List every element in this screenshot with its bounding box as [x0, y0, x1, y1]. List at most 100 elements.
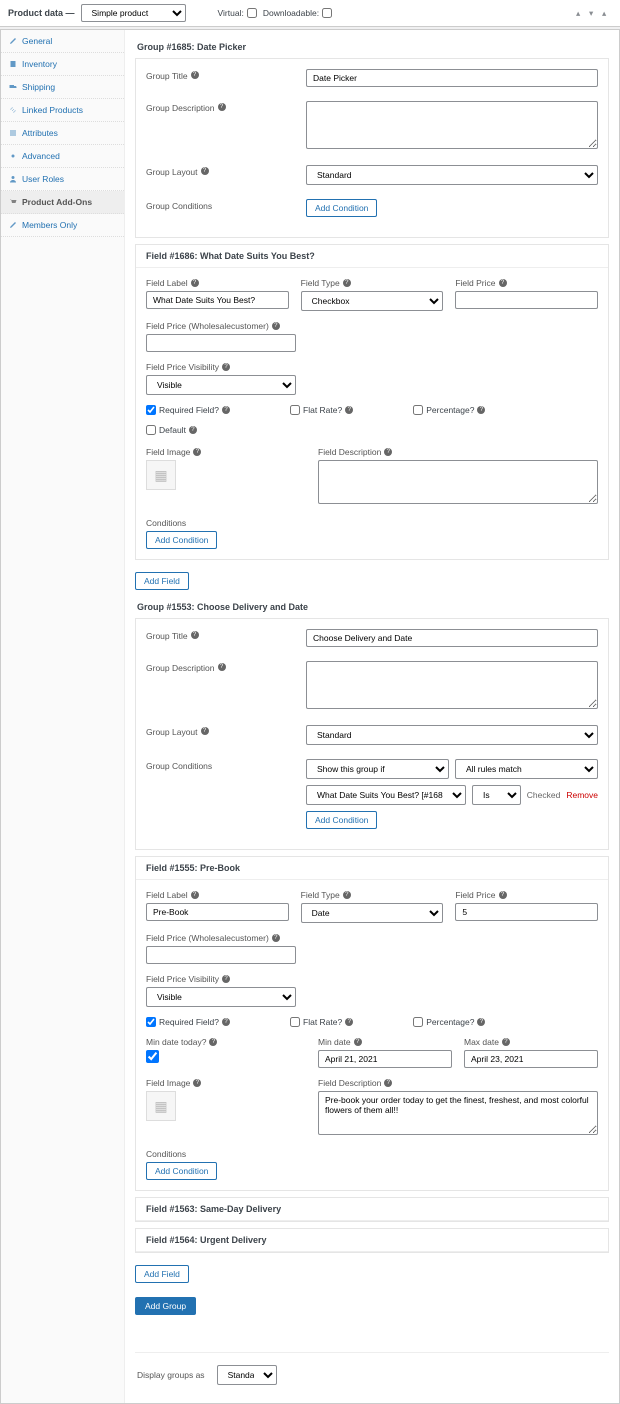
- wholesale-price-input[interactable]: [146, 946, 296, 964]
- tab-user-roles[interactable]: User Roles: [1, 168, 124, 191]
- field-price-input[interactable]: [455, 903, 598, 921]
- percentage-checkbox[interactable]: Percentage??: [413, 1017, 485, 1027]
- field-type-select[interactable]: Date: [301, 903, 444, 923]
- tab-general[interactable]: General: [1, 30, 124, 53]
- tab-linked[interactable]: Linked Products: [1, 99, 124, 122]
- help-icon[interactable]: ?: [499, 891, 507, 899]
- add-field-button[interactable]: Add Field: [135, 1265, 189, 1283]
- condition-field-select[interactable]: What Date Suits You Best? [#168: [306, 785, 466, 805]
- tab-members-only[interactable]: Members Only: [1, 214, 124, 237]
- help-icon[interactable]: ?: [191, 279, 199, 287]
- group-1553-header[interactable]: Group #1553: Choose Delivery and Date: [135, 596, 609, 618]
- product-data-header: Product data — Simple product Virtual: D…: [0, 0, 620, 27]
- field-1563-panel: Field #1563: Same-Day Delivery: [135, 1197, 609, 1222]
- add-condition-button[interactable]: Add Condition: [306, 199, 377, 217]
- group-desc-textarea[interactable]: [306, 101, 598, 149]
- condition-show-select[interactable]: Show this group if: [306, 759, 449, 779]
- help-icon: ?: [189, 426, 197, 434]
- add-field-button[interactable]: Add Field: [135, 572, 189, 590]
- help-icon[interactable]: ?: [384, 448, 392, 456]
- collapse-up-icon[interactable]: ▴: [576, 8, 586, 18]
- help-icon: ?: [345, 406, 353, 414]
- add-condition-button[interactable]: Add Condition: [306, 811, 377, 829]
- field-1563-header[interactable]: Field #1563: Same-Day Delivery: [136, 1198, 608, 1221]
- required-field-checkbox[interactable]: Required Field??: [146, 405, 230, 415]
- condition-op-select[interactable]: Is: [472, 785, 521, 805]
- group-desc-label: Group Description: [146, 103, 215, 113]
- field-type-select[interactable]: Checkbox: [301, 291, 444, 311]
- display-groups-select[interactable]: Standard: [217, 1365, 277, 1385]
- field-description-textarea[interactable]: [318, 1091, 598, 1135]
- clipboard-icon: [9, 60, 17, 68]
- field-description-textarea[interactable]: [318, 460, 598, 504]
- group-title-input[interactable]: [306, 69, 598, 87]
- field-1555-header[interactable]: Field #1555: Pre-Book: [136, 857, 608, 880]
- field-image-upload[interactable]: ▦: [146, 460, 176, 490]
- min-date-today-checkbox[interactable]: [146, 1050, 159, 1063]
- group-layout-label: Group Layout: [146, 167, 198, 177]
- product-type-select[interactable]: Simple product: [81, 4, 186, 22]
- help-icon[interactable]: ?: [343, 279, 351, 287]
- tab-product-addons[interactable]: Product Add-Ons: [1, 191, 124, 214]
- required-field-checkbox[interactable]: Required Field??: [146, 1017, 230, 1027]
- help-icon[interactable]: ?: [201, 167, 209, 175]
- virtual-toggle[interactable]: Virtual:: [218, 8, 257, 18]
- help-icon[interactable]: ?: [218, 103, 226, 111]
- help-icon[interactable]: ?: [222, 975, 230, 983]
- help-icon[interactable]: ?: [191, 71, 199, 79]
- help-icon[interactable]: ?: [191, 891, 199, 899]
- field-image-upload[interactable]: ▦: [146, 1091, 176, 1121]
- help-icon[interactable]: ?: [201, 727, 209, 735]
- help-icon[interactable]: ?: [222, 363, 230, 371]
- field-price-input[interactable]: [455, 291, 598, 309]
- max-date-input[interactable]: [464, 1050, 598, 1068]
- tab-inventory[interactable]: Inventory: [1, 53, 124, 76]
- percentage-checkbox[interactable]: Percentage??: [413, 405, 485, 415]
- help-icon[interactable]: ?: [343, 891, 351, 899]
- field-label-input[interactable]: [146, 903, 289, 921]
- help-icon[interactable]: ?: [499, 279, 507, 287]
- field-1686-header[interactable]: Field #1686: What Date Suits You Best?: [136, 245, 608, 268]
- tab-advanced[interactable]: Advanced: [1, 145, 124, 168]
- help-icon[interactable]: ?: [272, 322, 280, 330]
- add-condition-button[interactable]: Add Condition: [146, 1162, 217, 1180]
- help-icon[interactable]: ?: [191, 631, 199, 639]
- help-icon: ?: [345, 1018, 353, 1026]
- group-layout-select[interactable]: Standard: [306, 725, 598, 745]
- flat-rate-checkbox[interactable]: Flat Rate??: [290, 1017, 353, 1027]
- list-icon: [9, 129, 17, 137]
- add-condition-button[interactable]: Add Condition: [146, 531, 217, 549]
- user-icon: [9, 175, 17, 183]
- help-icon[interactable]: ?: [384, 1079, 392, 1087]
- remove-condition-link[interactable]: Remove: [566, 790, 598, 800]
- help-icon[interactable]: ?: [354, 1038, 362, 1046]
- field-label-input[interactable]: [146, 291, 289, 309]
- tab-shipping[interactable]: Shipping: [1, 76, 124, 99]
- help-icon[interactable]: ?: [272, 934, 280, 942]
- display-groups-label: Display groups as: [137, 1370, 205, 1380]
- help-icon[interactable]: ?: [502, 1038, 510, 1046]
- product-addons-panel: Group #1685: Date Picker Group Title? Gr…: [125, 30, 619, 1403]
- condition-match-select[interactable]: All rules match: [455, 759, 598, 779]
- min-date-input[interactable]: [318, 1050, 452, 1068]
- help-icon[interactable]: ?: [193, 448, 201, 456]
- help-icon[interactable]: ?: [218, 663, 226, 671]
- group-title-input[interactable]: [306, 629, 598, 647]
- toggle-panel-icon[interactable]: ▴: [602, 8, 612, 18]
- help-icon[interactable]: ?: [193, 1079, 201, 1087]
- tab-attributes[interactable]: Attributes: [1, 122, 124, 145]
- add-group-button[interactable]: Add Group: [135, 1297, 196, 1315]
- downloadable-toggle[interactable]: Downloadable:: [263, 8, 332, 18]
- help-icon[interactable]: ?: [209, 1038, 217, 1046]
- default-checkbox[interactable]: Default?: [146, 425, 598, 435]
- price-visibility-select[interactable]: Visible: [146, 987, 296, 1007]
- field-1564-header[interactable]: Field #1564: Urgent Delivery: [136, 1229, 608, 1252]
- collapse-down-icon[interactable]: ▾: [589, 8, 599, 18]
- price-visibility-select[interactable]: Visible: [146, 375, 296, 395]
- group-desc-textarea[interactable]: [306, 661, 598, 709]
- wholesale-price-input[interactable]: [146, 334, 296, 352]
- group-1685-body: Group Title? Group Description? Group La…: [135, 58, 609, 238]
- group-layout-select[interactable]: Standard: [306, 165, 598, 185]
- group-1685-header[interactable]: Group #1685: Date Picker: [135, 36, 609, 58]
- flat-rate-checkbox[interactable]: Flat Rate??: [290, 405, 353, 415]
